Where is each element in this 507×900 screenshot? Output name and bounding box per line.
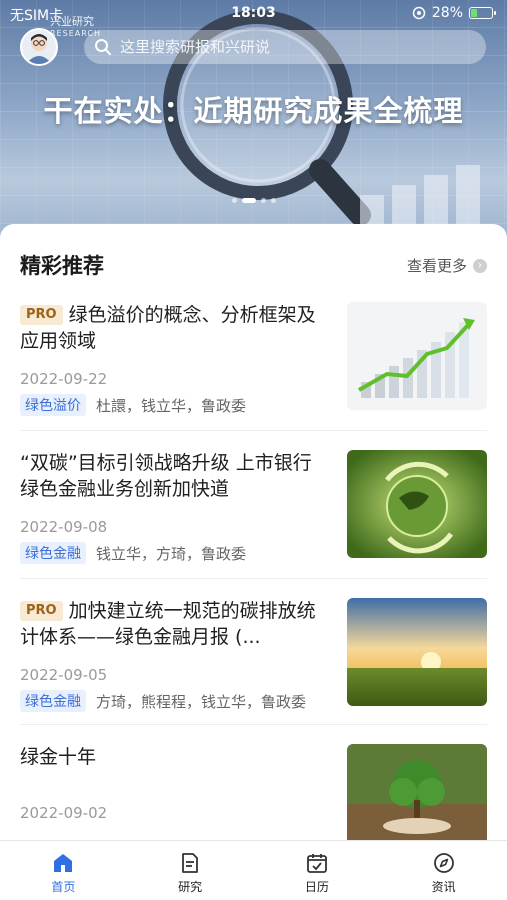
article-title: PRO 加快建立统一规范的碳排放统计体系——绿色金融月报 (... bbox=[20, 598, 325, 650]
recommendations-panel: 精彩推荐 查看更多 › PRO 绿色溢价的概念、分析框架及应用领域 2022-09… bbox=[0, 224, 507, 840]
battery-icon bbox=[469, 7, 496, 19]
carousel-dot-active[interactable] bbox=[241, 198, 256, 203]
article-tag[interactable]: 绿色溢价 bbox=[20, 394, 86, 416]
article-date: 2022-09-05 bbox=[20, 666, 108, 684]
article-authors: 钱立华，方琦，鲁政委 bbox=[96, 544, 247, 563]
user-avatar-icon bbox=[26, 34, 52, 64]
search-input[interactable] bbox=[120, 38, 460, 56]
search-bar[interactable] bbox=[84, 30, 486, 64]
orientation-lock-icon bbox=[412, 6, 426, 20]
article-title: “双碳”目标引领战略升级 上市银行绿色金融业务创新加快道 bbox=[20, 452, 312, 500]
banner-carousel[interactable]: 无SIM卡 18:03 28% 兴业研究 RESEARCH 干在实处：近期研究成… bbox=[0, 0, 507, 240]
article-title-text: 绿色溢价的概念、分析框架及应用领域 bbox=[20, 304, 316, 352]
see-more-link[interactable]: 查看更多 › bbox=[407, 255, 487, 276]
carousel-dot[interactable] bbox=[231, 198, 237, 203]
tree-on-hand-image bbox=[347, 744, 487, 840]
tab-research[interactable]: 研究 bbox=[127, 841, 254, 900]
article-authors: 方琦，熊程程，钱立华，鲁政委 bbox=[96, 692, 307, 711]
tab-label: 资讯 bbox=[431, 880, 456, 894]
sunrise-field-image bbox=[347, 598, 487, 706]
section-title: 精彩推荐 bbox=[20, 254, 104, 278]
article-meta: 绿色金融 钱立华，方琦，鲁政委 bbox=[20, 542, 246, 564]
divider bbox=[20, 578, 487, 579]
article-title-text: 加快建立统一规范的碳排放统计体系——绿色金融月报 (... bbox=[20, 600, 316, 648]
article-meta: 绿色溢价 杜譞，钱立华，鲁政委 bbox=[20, 394, 246, 416]
tab-calendar[interactable]: 日历 bbox=[254, 841, 381, 900]
battery-percent: 28% bbox=[431, 5, 463, 21]
carousel-dot[interactable] bbox=[260, 198, 266, 203]
tab-label: 研究 bbox=[178, 880, 203, 894]
divider bbox=[20, 430, 487, 431]
section-header: 精彩推荐 查看更多 › bbox=[20, 250, 487, 278]
pro-badge: PRO bbox=[20, 601, 63, 621]
tab-news[interactable]: 资讯 bbox=[380, 841, 507, 900]
article-item[interactable]: “双碳”目标引领战略升级 上市银行绿色金融业务创新加快道 2022-09-08 … bbox=[20, 450, 487, 564]
document-icon bbox=[182, 853, 199, 873]
article-item[interactable]: PRO 加快建立统一规范的碳排放统计体系——绿色金融月报 (... 2022-09… bbox=[20, 598, 487, 712]
carousel-indicators bbox=[0, 198, 507, 203]
see-more-label: 查看更多 bbox=[406, 257, 467, 275]
bottom-tab-bar: 首页 研究 日历 资讯 bbox=[0, 840, 507, 900]
tab-label: 首页 bbox=[51, 880, 76, 894]
tab-home[interactable]: 首页 bbox=[0, 841, 127, 900]
brand-name: 兴业研究 bbox=[50, 15, 94, 28]
home-icon bbox=[54, 854, 73, 872]
chevron-right-icon: › bbox=[473, 258, 487, 273]
article-item[interactable]: PRO 绿色溢价的概念、分析框架及应用领域 2022-09-22 绿色溢价 杜譞，… bbox=[20, 302, 487, 416]
article-authors: 杜譞，钱立华，鲁政委 bbox=[96, 396, 247, 415]
green-globe-image bbox=[347, 450, 487, 558]
article-date: 2022-09-02 bbox=[20, 804, 108, 822]
article-title: PRO 绿色溢价的概念、分析框架及应用领域 bbox=[20, 302, 325, 354]
article-tag[interactable]: 绿色金融 bbox=[20, 542, 86, 564]
article-title: 绿金十年 bbox=[20, 746, 97, 768]
carousel-dot[interactable] bbox=[270, 198, 276, 203]
article-date: 2022-09-22 bbox=[20, 370, 108, 388]
divider bbox=[20, 724, 487, 725]
rising-chart-image bbox=[347, 302, 487, 410]
banner-headline: 干在实处：近期研究成果全梳理 bbox=[43, 94, 464, 128]
avatar[interactable] bbox=[20, 28, 58, 66]
compass-icon bbox=[433, 853, 454, 873]
pro-badge: PRO bbox=[20, 305, 63, 325]
status-right: 28% bbox=[412, 5, 496, 21]
search-icon bbox=[95, 39, 111, 55]
article-item[interactable]: 绿金十年 2022-09-02 bbox=[20, 744, 487, 840]
article-tag[interactable]: 绿色金融 bbox=[20, 690, 86, 712]
battery-level bbox=[471, 9, 478, 17]
tab-label: 日历 bbox=[304, 880, 329, 894]
calendar-icon bbox=[306, 854, 327, 873]
article-meta: 绿色金融 方琦，熊程程，钱立华，鲁政委 bbox=[20, 690, 306, 712]
article-date: 2022-09-08 bbox=[20, 518, 108, 536]
